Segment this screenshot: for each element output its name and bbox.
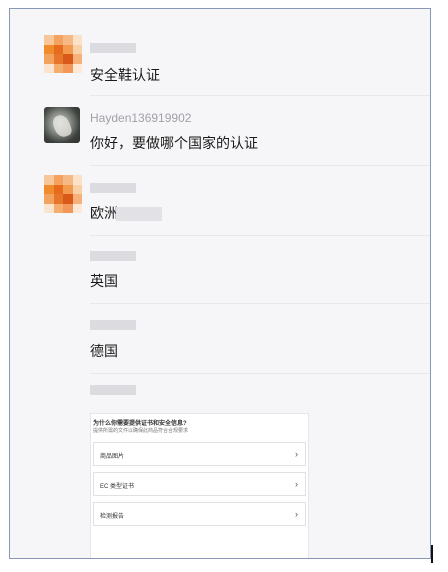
message-text: 安全鞋认证 [90, 67, 160, 83]
card-row-product-images[interactable]: 商品图片 › [93, 442, 306, 466]
chevron-right-icon: › [295, 509, 298, 519]
message-text: 英国 [90, 273, 118, 289]
sender-name-redacted [90, 251, 136, 261]
message-text-visible: 欧洲 [90, 205, 118, 221]
text-cursor [431, 545, 433, 563]
card-row-ec-certificate[interactable]: EC 类型证书 › [93, 472, 306, 496]
card-row-label: 检测报告 [100, 514, 125, 520]
message-divider [90, 235, 430, 236]
sender-name-redacted [90, 320, 136, 330]
chat-panel: 安全鞋认证 Hayden136919902 你好，要做哪个国家的认证 欧洲 英国… [9, 8, 431, 559]
message-divider [90, 303, 430, 304]
redacted-text [116, 207, 162, 222]
sender-name-redacted [90, 183, 136, 193]
sender-name-redacted [90, 385, 136, 395]
message-text: 你好，要做哪个国家的认证 [90, 135, 258, 151]
sender-name: Hayden136919902 [90, 111, 192, 125]
card-subtitle: 提供所需的文件以确保此商品符合合规要求 [93, 428, 189, 434]
card-row-label: EC 类型证书 [100, 484, 135, 490]
message-divider [90, 95, 430, 96]
user-avatar [44, 107, 80, 143]
card-row-label: 商品图片 [100, 454, 125, 460]
sender-name-redacted [90, 43, 136, 53]
message-text: 德国 [90, 343, 118, 359]
compliance-card[interactable]: 为什么你需要提供证书和安全信息? 提供所需的文件以确保此商品符合合规要求 商品图… [90, 413, 309, 558]
message-divider [90, 373, 430, 374]
chevron-right-icon: › [295, 479, 298, 489]
card-row-test-report[interactable]: 检测报告 › [93, 502, 306, 526]
message-divider [90, 165, 430, 166]
user-avatar [44, 35, 82, 73]
card-title: 为什么你需要提供证书和安全信息? [93, 421, 187, 427]
chevron-right-icon: › [295, 449, 298, 459]
message-text: 欧洲 [90, 203, 162, 223]
user-avatar [44, 175, 82, 213]
